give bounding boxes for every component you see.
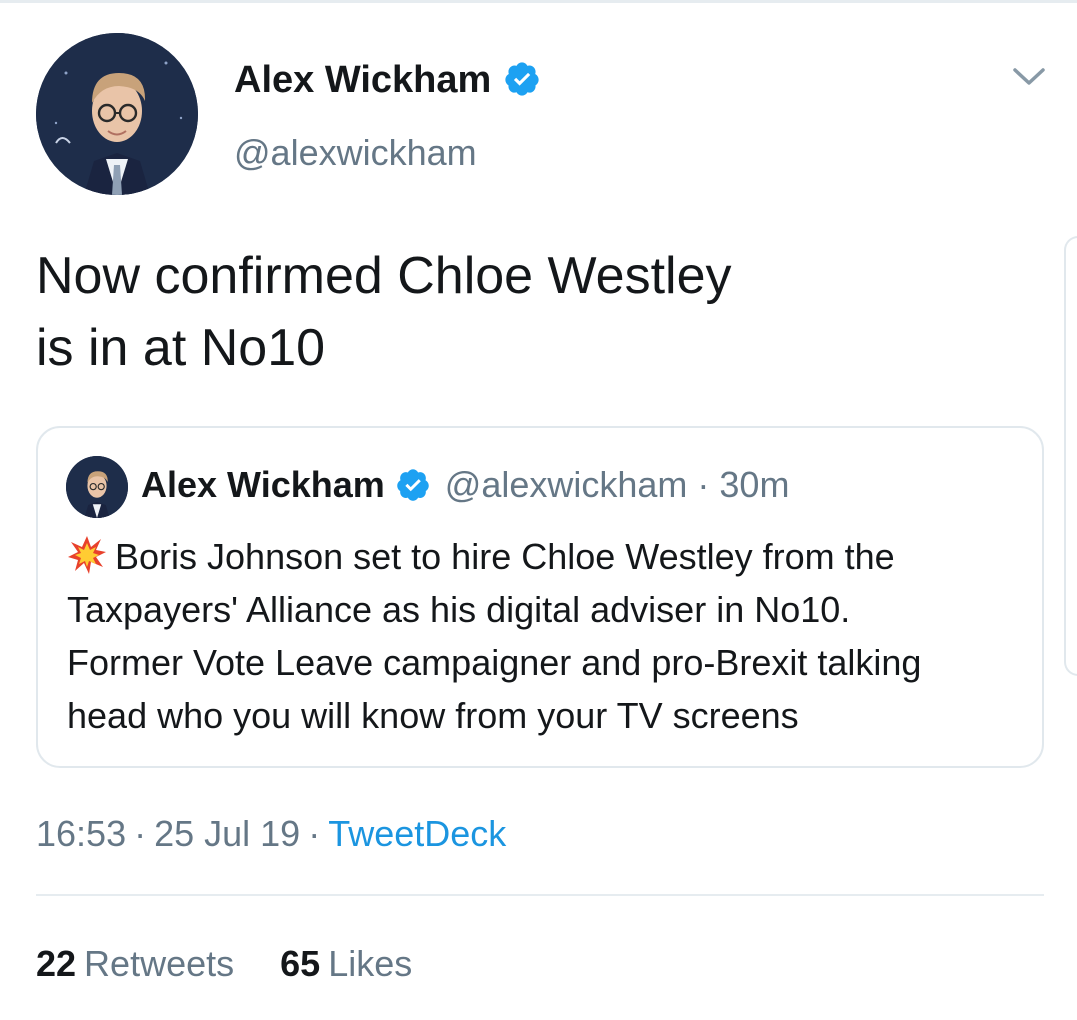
separator-dot: ·	[308, 813, 321, 854]
tweet-meta: 16:53 · 25 Jul 19 · TweetDeck	[36, 810, 506, 858]
author-name[interactable]: Alex Wickham	[234, 56, 491, 104]
retweets-stat[interactable]: 22 Retweets	[36, 943, 234, 984]
author-avatar[interactable]	[36, 33, 198, 195]
author-avatar-image	[36, 33, 198, 195]
collision-emoji-icon	[68, 536, 106, 574]
quoted-author-avatar[interactable]	[66, 456, 128, 518]
chevron-down-icon[interactable]	[1012, 64, 1046, 90]
tweet-source-link[interactable]: TweetDeck	[328, 813, 506, 854]
quoted-tweet-line: Boris Johnson set to hire Chloe Westley …	[67, 530, 1027, 583]
separator-dot: ·	[134, 813, 147, 854]
quoted-tweet-text: Boris Johnson set to hire Chloe Westley …	[67, 530, 1027, 742]
quoted-author-avatar-image	[66, 456, 128, 518]
tweet-stats: 22 Retweets 65 Likes	[36, 940, 448, 988]
verified-badge-icon	[397, 469, 429, 501]
quoted-author-handle[interactable]: @alexwickham	[445, 462, 688, 508]
tweet-date[interactable]: 25 Jul 19	[154, 813, 300, 854]
tweet-text-line: Now confirmed Chloe Westley	[36, 247, 732, 305]
tweet-text: Now confirmed Chloe Westley is in at No1…	[36, 240, 996, 384]
top-divider	[0, 0, 1077, 3]
author-handle[interactable]: @alexwickham	[234, 130, 477, 176]
quoted-tweet-line: Former Vote Leave campaigner and pro-Bre…	[67, 642, 922, 683]
tweet-text-line: is in at No10	[36, 319, 326, 377]
quoted-tweet-line-text: Boris Johnson set to hire Chloe Westley …	[115, 536, 895, 577]
quoted-tweet-header: Alex Wickham @alexwickham · 30m	[141, 462, 789, 508]
likes-label: Likes	[328, 943, 413, 984]
separator-dot: ·	[697, 464, 710, 505]
retweets-count: 22	[36, 943, 77, 984]
quoted-tweet-line: head who you will know from your TV scre…	[67, 695, 799, 736]
retweets-label: Retweets	[84, 943, 235, 984]
quoted-author-name[interactable]: Alex Wickham	[141, 462, 385, 508]
likes-stat[interactable]: 65 Likes	[280, 943, 412, 984]
verified-badge-icon	[505, 62, 539, 96]
quoted-tweet-age[interactable]: 30m	[719, 462, 789, 508]
stats-divider	[36, 894, 1044, 896]
side-panel-edge	[1064, 236, 1077, 676]
likes-count: 65	[280, 943, 321, 984]
tweet-time[interactable]: 16:53	[36, 813, 126, 854]
quoted-tweet-line: Taxpayers' Alliance as his digital advis…	[67, 589, 851, 630]
